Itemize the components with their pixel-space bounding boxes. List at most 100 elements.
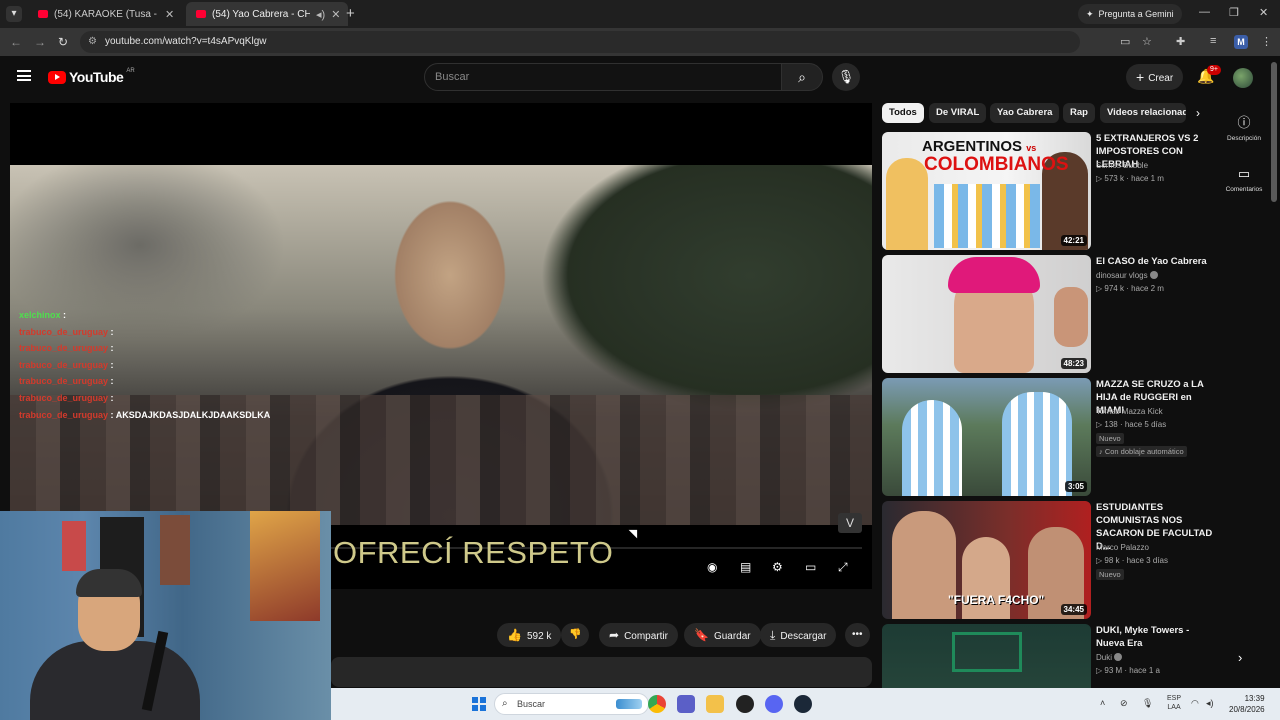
clock[interactable]: 13:39 20/8/2026 (1229, 693, 1265, 715)
youtube-logo[interactable]: YouTube AR (48, 68, 135, 85)
extensions-icon[interactable]: ✚ (1176, 35, 1185, 48)
page-scrollbar[interactable] (1271, 62, 1277, 202)
settings-gear-icon[interactable]: ⚙ (772, 560, 783, 574)
chat-line: trabuco_de_uruguay : AKSDAJKDASJDALKJDAA… (19, 409, 271, 420)
new-badge: Nuevo (1096, 569, 1124, 580)
wall-poster (160, 515, 190, 585)
back-button[interactable]: ← (10, 35, 22, 49)
channel-name[interactable]: Somos Bubble (1096, 161, 1148, 170)
site-info-icon[interactable]: ⚙ (88, 31, 97, 53)
tray-overflow-icon[interactable]: ˄ (1100, 698, 1105, 708)
more-actions-button[interactable]: ••• (845, 623, 870, 647)
forward-button[interactable]: → (34, 35, 46, 49)
url-field[interactable]: ⚙ youtube.com/watch?v=t4sAPvqKlgw (80, 31, 1080, 53)
share-label: Compartir (624, 631, 668, 642)
thumbnail-text: COLOMBIANOS (924, 154, 1069, 175)
windows-start-icon[interactable] (472, 697, 486, 711)
share-button[interactable]: ➦ Compartir (599, 623, 678, 647)
description-panel-button[interactable]: ⓘ Descripción (1222, 112, 1266, 142)
fullscreen-icon[interactable]: ⤢ (838, 560, 848, 575)
wifi-icon[interactable]: ◠ (1191, 698, 1199, 709)
video-thumbnail[interactable]: 48:23 (882, 255, 1091, 373)
profile-avatar[interactable]: M (1234, 35, 1248, 49)
video-thumbnail[interactable]: 3:05 (882, 378, 1091, 496)
channel-name[interactable]: Duki (1096, 653, 1123, 662)
browser-menu-icon[interactable]: ⋮ (1261, 35, 1272, 48)
teams-icon[interactable] (677, 695, 695, 713)
discord-icon[interactable] (765, 695, 783, 713)
like-button[interactable]: 👍 592 k (497, 623, 562, 647)
channel-watermark[interactable]: V (838, 513, 862, 533)
save-button[interactable]: 🔖 Guardar (684, 623, 761, 647)
recommendation-item[interactable]: 48:23 El CASO de Yao Cabrera dinosaur vl… (882, 255, 1222, 373)
duration-badge: 3:05 (1064, 481, 1087, 492)
file-explorer-icon[interactable] (706, 695, 724, 713)
channel-name[interactable]: Marco Palazzo (1096, 543, 1149, 552)
tab-title: (54) Yao Cabrera - CHARANGA (212, 8, 310, 20)
account-avatar[interactable] (1233, 68, 1253, 88)
thumbnail-group (934, 184, 1040, 248)
notifications-button[interactable]: 🔔 9+ (1197, 65, 1221, 85)
volume-icon[interactable]: ◂) (1206, 698, 1214, 709)
video-title[interactable]: DUKI, Myke Towers - Nueva Era (1096, 624, 1220, 650)
download-button[interactable]: ⤓ Descargar (760, 623, 837, 647)
youtube-favicon-icon (38, 10, 48, 18)
chip-yao-cabrera[interactable]: Yao Cabrera (990, 103, 1060, 123)
gemini-button[interactable]: ✦ Pregunta a Gemini (1078, 4, 1182, 24)
duration-badge: 48:23 (1060, 358, 1087, 369)
obs-icon[interactable] (736, 695, 754, 713)
taskbar-search[interactable]: ⌕ Buscar (494, 693, 649, 715)
maximize-button[interactable]: ❐ (1229, 6, 1239, 19)
network-icon[interactable]: ⊘ (1120, 698, 1128, 709)
language-indicator[interactable]: ESP LAA (1167, 694, 1181, 712)
autoplay-toggle[interactable]: ◉ (707, 560, 717, 574)
new-tab-button[interactable]: + (346, 5, 355, 22)
search-button[interactable]: ⌕ (781, 63, 823, 91)
video-title[interactable]: El CASO de Yao Cabrera (1096, 255, 1220, 268)
tab-search-menu-button[interactable]: ▾ (6, 6, 22, 22)
subtitles-icon[interactable]: ▤ (740, 560, 751, 574)
browser-tab-active[interactable]: (54) Yao Cabrera - CHARANGA ◂) ✕ (186, 2, 349, 26)
recommendation-item[interactable]: 3:05 MAZZA SE CRUZO a LA HIJA de RUGGERI… (882, 378, 1222, 496)
chevron-right-icon[interactable]: › (1238, 650, 1242, 665)
video-thumbnail[interactable]: "FUERA F4CHO" 34:45 (882, 501, 1091, 619)
microphone-icon[interactable]: 🎙 (1142, 698, 1153, 709)
close-tab-icon[interactable]: ✕ (331, 8, 340, 21)
search-input[interactable]: Buscar (424, 63, 782, 91)
audio-icon[interactable]: ◂) (316, 8, 325, 21)
chip-rap[interactable]: Rap (1063, 103, 1095, 123)
comments-panel-button[interactable]: ▭ Comentarios (1222, 166, 1266, 193)
thumbnail-cap (948, 257, 1040, 293)
description-box[interactable] (331, 657, 872, 687)
video-thumbnail[interactable] (882, 624, 1091, 688)
dislike-button[interactable]: 👎 (561, 623, 590, 647)
chip-all[interactable]: Todos (882, 103, 924, 123)
theater-mode-icon[interactable]: ▭ (805, 560, 816, 574)
recommendation-item[interactable]: "FUERA F4CHO" 34:45 ESTUDIANTES COMUNIST… (882, 501, 1222, 619)
recommendation-item[interactable]: DUKI, Myke Towers - Nueva Era Duki ▷ 93 … (882, 624, 1222, 688)
media-icon[interactable]: ≡ (1210, 35, 1216, 47)
recommendation-item[interactable]: ARGENTINOS vs COLOMBIANOS 42:21 5 EXTRAN… (882, 132, 1222, 250)
close-tab-icon[interactable]: ✕ (165, 8, 174, 21)
search-icon: ⌕ (798, 69, 806, 85)
create-button[interactable]: + Crear (1126, 64, 1184, 90)
wall-poster (62, 521, 86, 571)
video-thumbnail[interactable]: ARGENTINOS vs COLOMBIANOS 42:21 (882, 132, 1091, 250)
chip-related[interactable]: Videos relacionados (1100, 103, 1186, 123)
reload-button[interactable]: ↻ (58, 35, 68, 49)
browser-tab[interactable]: (54) KARAOKE (Tusa - Karol G, Ni ✕ (28, 2, 182, 26)
duration-badge: 34:45 (1060, 604, 1087, 615)
description-label: Descripción (1227, 135, 1261, 142)
close-window-button[interactable]: ✕ (1259, 6, 1268, 19)
channel-name[interactable]: dinosaur vlogs (1096, 271, 1158, 280)
bookmark-star-icon[interactable]: ☆ (1142, 35, 1152, 48)
menu-icon[interactable] (17, 70, 31, 81)
channel-name[interactable]: Tomas Mazza Kick (1096, 407, 1163, 416)
chip-viral[interactable]: De VIRAL (929, 103, 987, 123)
steam-icon[interactable] (794, 695, 812, 713)
voice-search-button[interactable]: 🎙 (832, 63, 860, 91)
chrome-icon[interactable] (648, 695, 666, 713)
cast-icon[interactable]: ▭ (1120, 35, 1130, 48)
minimize-button[interactable]: — (1199, 6, 1210, 18)
chevron-right-icon[interactable]: › (1196, 106, 1200, 120)
